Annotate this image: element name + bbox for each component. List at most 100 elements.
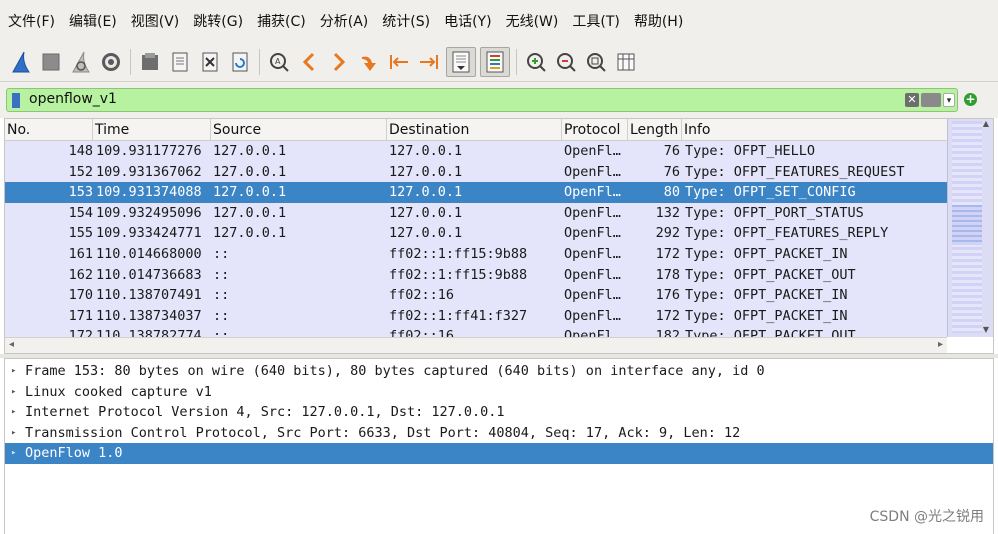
zoom-out-icon[interactable] — [553, 47, 579, 77]
cell-destination: ff02::16 — [389, 328, 455, 337]
scroll-down-icon[interactable]: ▼ — [981, 325, 991, 335]
column-header-info[interactable]: Info — [682, 119, 947, 141]
cell-length: 76 — [663, 143, 680, 159]
resize-columns-icon[interactable] — [613, 47, 639, 77]
detail-text: Linux cooked capture v1 — [25, 383, 212, 400]
add-filter-button-icon[interactable]: + — [964, 93, 977, 106]
apply-filter-icon[interactable] — [921, 93, 941, 107]
scroll-left-icon[interactable]: ◂ — [9, 339, 14, 350]
colorize-icon[interactable] — [480, 46, 510, 77]
detail-tree-item[interactable]: ▸ OpenFlow 1.0 — [5, 443, 993, 464]
cell-source: 127.0.0.1 — [213, 184, 287, 201]
first-packet-icon[interactable] — [386, 47, 412, 77]
cell-destination: 127.0.0.1 — [389, 225, 463, 242]
save-file-icon[interactable] — [167, 47, 193, 77]
expand-arrow-icon[interactable]: ▸ — [11, 443, 16, 464]
menu-bar: 文件(F) 编辑(E) 视图(V) 跳转(G) 捕获(C) 分析(A) 统计(S… — [0, 0, 998, 42]
menu-wireless[interactable]: 无线(W) — [506, 11, 559, 31]
go-back-icon[interactable] — [296, 47, 322, 77]
table-row[interactable]: 162 110.014736683:: ff02::1:ff15:9b88 OpenF… — [5, 264, 947, 286]
table-row[interactable]: 153 109.931374088 127.0.0.1 127.0.0.1 OpenFl… — [5, 182, 947, 203]
reload-icon[interactable] — [227, 47, 253, 77]
menu-file[interactable]: 文件(F) — [8, 11, 55, 31]
column-header-no[interactable]: No. — [5, 119, 93, 141]
options-gear-icon[interactable] — [98, 47, 124, 77]
find-packet-icon[interactable]: A — [266, 47, 292, 77]
cell-destination: 127.0.0.1 — [389, 163, 463, 180]
packet-list-hscrollbar[interactable]: ◂ ▸ — [5, 337, 947, 353]
packet-list-scrollbar[interactable]: ▲ ▼ — [947, 119, 993, 337]
cell-info: Type: OFPT_PACKET_IN — [685, 307, 848, 324]
detail-tree-item[interactable]: ▸ Frame 153: 80 bytes on wire (640 bits),… — [5, 361, 993, 382]
cell-info: Type: OFPT_PORT_STATUS — [685, 204, 864, 221]
filter-history-dropdown-icon[interactable]: ▾ — [943, 93, 955, 107]
menu-capture[interactable]: 捕获(C) — [257, 11, 306, 31]
last-packet-icon[interactable] — [416, 47, 442, 77]
toolbar-separator — [259, 48, 260, 75]
display-filter-bar: openflow_v1 ✕ ▾ + — [0, 82, 998, 118]
go-to-packet-icon[interactable] — [356, 47, 382, 77]
filter-text[interactable]: openflow_v1 — [29, 91, 117, 107]
detail-text: Internet Protocol Version 4, Src: 127.0.… — [25, 404, 505, 421]
restart-fin-icon[interactable] — [68, 47, 94, 77]
table-row[interactable]: 161 110.014668000:: ff02::1:ff15:9b88 OpenF… — [5, 244, 947, 265]
expand-arrow-icon[interactable]: ▸ — [11, 423, 16, 444]
cell-source: 127.0.0.1 — [213, 143, 287, 159]
cell-no: 161 — [68, 246, 93, 262]
column-header-protocol[interactable]: Protocol — [562, 119, 628, 141]
open-folder-icon[interactable] — [137, 47, 163, 77]
cell-protocol: OpenFl… — [564, 328, 621, 337]
detail-tree-item[interactable]: ▸ Transmission Control Protocol, Src Port… — [5, 423, 993, 444]
menu-statistics[interactable]: 统计(S) — [382, 11, 430, 31]
cell-length: 132 — [655, 204, 680, 221]
shark-fin-start-icon[interactable] — [8, 47, 34, 77]
menu-analyze[interactable]: 分析(A) — [320, 11, 369, 31]
bookmark-icon[interactable] — [12, 93, 20, 108]
detail-tree-item[interactable]: ▸ Internet Protocol Version 4, Src: 127.0… — [5, 402, 993, 423]
cell-source: :: — [213, 307, 230, 324]
table-row[interactable]: 171 110.138734037:: ff02::1:ff41:f327 OpenF… — [5, 305, 947, 327]
menu-edit[interactable]: 编辑(E) — [69, 11, 117, 31]
menu-tools[interactable]: 工具(T) — [572, 11, 619, 31]
cell-destination: 127.0.0.1 — [389, 204, 463, 221]
packet-rows: 148 109.931177276 127.0.0.1 127.0.0.1 OpenFl… — [5, 141, 947, 337]
table-row[interactable]: 154 109.932495096 127.0.0.1 127.0.0.1 OpenFl… — [5, 202, 947, 224]
table-row[interactable]: 170 110.138707491:: ff02::16 OpenFl… 176 Type… — [5, 285, 947, 306]
menu-help[interactable]: 帮助(H) — [634, 11, 683, 31]
menu-view[interactable]: 视图(V) — [131, 11, 180, 31]
column-header-destination[interactable]: Destination — [387, 119, 562, 141]
close-file-icon[interactable] — [197, 47, 223, 77]
cell-length: 80 — [663, 184, 680, 201]
detail-tree-item[interactable]: ▸ Linux cooked capture v1 — [5, 382, 993, 403]
expand-arrow-icon[interactable]: ▸ — [11, 402, 16, 423]
packet-details: ▸ Frame 153: 80 bytes on wire (640 bits),… — [4, 358, 994, 534]
packet-list: No. Time Source Destination Protocol Len… — [4, 118, 994, 354]
cell-info: Type: OFPT_PACKET_OUT — [685, 266, 856, 283]
scroll-right-icon[interactable]: ▸ — [938, 339, 943, 350]
zoom-normal-icon[interactable] — [583, 47, 609, 77]
cell-protocol: OpenFl… — [564, 143, 621, 159]
display-filter-input[interactable]: openflow_v1 ✕ ▾ — [6, 88, 958, 112]
zoom-in-icon[interactable] — [523, 47, 549, 77]
scroll-up-icon[interactable]: ▲ — [981, 119, 991, 129]
clear-filter-icon[interactable]: ✕ — [905, 93, 919, 107]
stop-square-icon[interactable] — [38, 47, 64, 77]
cell-protocol: OpenFl… — [564, 246, 621, 262]
expand-arrow-icon[interactable]: ▸ — [11, 382, 16, 403]
menu-telephony[interactable]: 电话(Y) — [444, 11, 491, 31]
column-header-source[interactable]: Source — [211, 119, 387, 141]
table-row[interactable]: 172 110.138782774:: ff02::16 OpenFl… 182 Type… — [5, 326, 947, 337]
autoscroll-icon[interactable] — [446, 46, 476, 77]
table-row[interactable]: 148 109.931177276 127.0.0.1 127.0.0.1 OpenFl… — [5, 141, 947, 162]
menu-go[interactable]: 跳转(G) — [193, 11, 243, 31]
cell-length: 182 — [655, 328, 680, 337]
column-header-length[interactable]: Length — [628, 119, 682, 141]
go-forward-icon[interactable] — [326, 47, 352, 77]
table-row[interactable]: 152 109.931367062 127.0.0.1 127.0.0.1 OpenFl… — [5, 161, 947, 183]
cell-length: 76 — [663, 163, 680, 180]
column-header-time[interactable]: Time — [93, 119, 211, 141]
expand-arrow-icon[interactable]: ▸ — [11, 361, 16, 382]
cell-protocol: OpenFl… — [564, 266, 621, 283]
table-row[interactable]: 155 109.933424771 127.0.0.1 127.0.0.1 OpenFl… — [5, 223, 947, 244]
cell-destination: ff02::1:ff15:9b88 — [389, 266, 528, 283]
